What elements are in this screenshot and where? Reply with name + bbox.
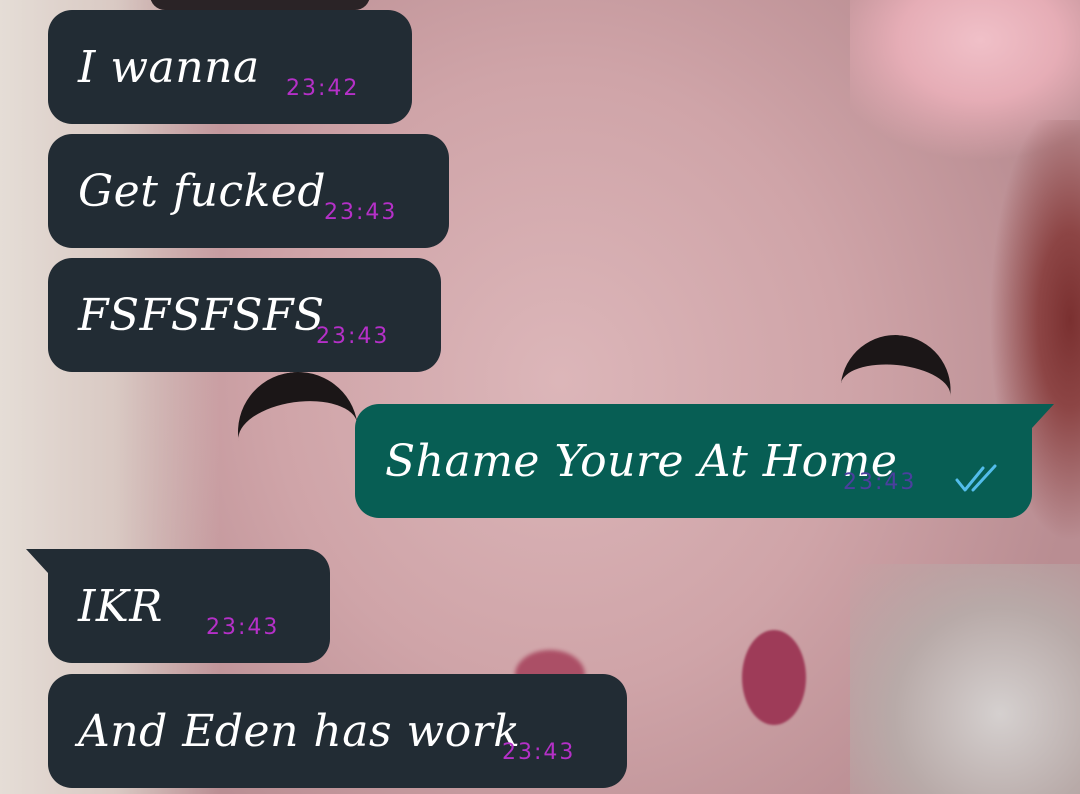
- message-time: 23:43: [206, 615, 280, 640]
- wallpaper-dark-patch: [150, 0, 370, 10]
- message-text: Shame Youre At Home: [385, 436, 898, 487]
- message-text: IKR: [78, 581, 163, 632]
- message-time: 23:43: [324, 200, 398, 225]
- message-text: FSFSFSFS: [78, 290, 325, 341]
- incoming-message-bubble[interactable]: IKR 23:43: [26, 549, 330, 663]
- message-text: And Eden has work: [78, 706, 521, 757]
- wallpaper-cheek-right: [742, 630, 806, 725]
- bubble-tail: [1032, 404, 1054, 428]
- message-time: 23:43: [843, 470, 917, 495]
- incoming-message-bubble[interactable]: And Eden has work 23:43: [48, 674, 627, 788]
- message-time: 23:42: [286, 76, 360, 101]
- wallpaper-plush-bottom: [850, 564, 1080, 794]
- bubble-tail: [26, 549, 48, 573]
- message-text: Get fucked: [78, 166, 326, 217]
- incoming-message-bubble[interactable]: Get fucked 23:43: [48, 134, 449, 248]
- incoming-message-bubble[interactable]: I wanna 23:42: [48, 10, 412, 124]
- double-check-read-icon: [955, 464, 997, 492]
- incoming-message-bubble[interactable]: FSFSFSFS 23:43: [48, 258, 441, 372]
- message-text: I wanna: [78, 42, 260, 93]
- wallpaper-eye-left: [230, 364, 366, 500]
- message-time: 23:43: [316, 324, 390, 349]
- outgoing-message-bubble[interactable]: Shame Youre At Home 23:43: [355, 404, 1054, 518]
- message-time: 23:43: [502, 740, 576, 765]
